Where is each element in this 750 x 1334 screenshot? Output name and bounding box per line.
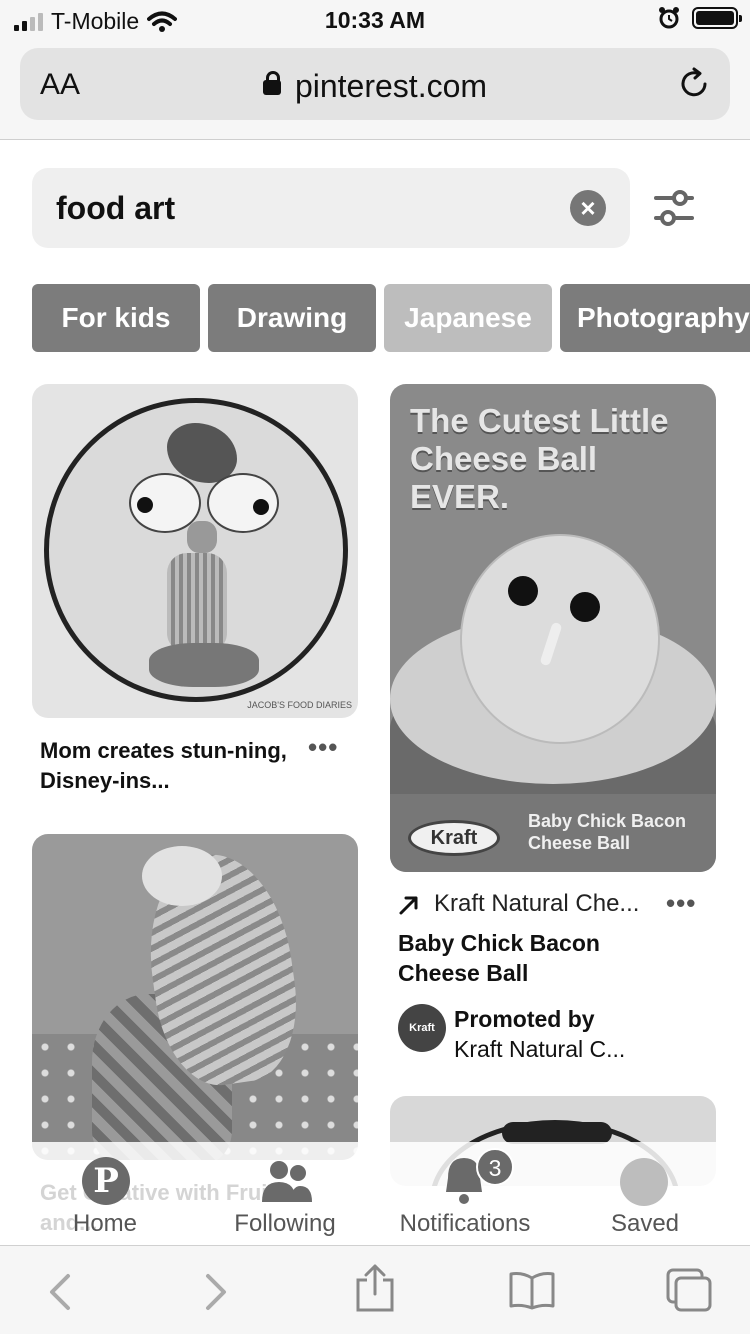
pinterest-logo-icon[interactable]: P	[82, 1157, 130, 1205]
pin-headline: The Cutest Little Cheese Ball EVER.	[410, 402, 669, 515]
promoter-avatar[interactable]: Kraft	[398, 1004, 446, 1052]
search-clear-icon[interactable]: ×	[570, 190, 606, 226]
following-icon[interactable]	[262, 1160, 312, 1202]
address-bar[interactable]: AA pinterest.com	[20, 48, 730, 120]
more-options-icon[interactable]: •••	[666, 888, 696, 919]
tab-home[interactable]: Home	[60, 1210, 150, 1238]
external-link-arrow-icon	[399, 896, 418, 915]
tab-following[interactable]: Following	[230, 1210, 340, 1238]
status-time: 10:33 AM	[324, 7, 426, 33]
more-options-icon[interactable]: •••	[308, 732, 338, 763]
chip-for-kids[interactable]: For kids	[32, 284, 200, 352]
reload-icon[interactable]	[676, 66, 712, 102]
chip-japanese[interactable]: Japanese	[384, 284, 552, 352]
domain-text: pinterest.com	[294, 68, 488, 104]
tab-saved[interactable]: Saved	[600, 1210, 690, 1238]
browser-address-area: AA pinterest.com	[0, 40, 750, 140]
promoted-info[interactable]: Promoted by Kraft Natural C...	[454, 1004, 625, 1064]
tab-notifications[interactable]: Notifications	[390, 1210, 540, 1238]
bookmarks-icon[interactable]	[508, 1270, 556, 1310]
promoter-name: Kraft Natural C...	[454, 1036, 626, 1062]
back-icon[interactable]	[46, 1272, 74, 1312]
pin-image-cheese-ball[interactable]: The Cutest Little Cheese Ball EVER. Kraf…	[390, 384, 716, 872]
lock-icon	[262, 71, 281, 95]
chip-drawing[interactable]: Drawing	[208, 284, 376, 352]
url-display[interactable]: pinterest.com	[20, 68, 730, 105]
plate-illustration	[44, 398, 348, 702]
pin-title[interactable]: Baby Chick Bacon Cheese Ball	[398, 928, 688, 988]
promoted-label: Promoted by	[454, 1006, 595, 1032]
image-credit: JACOB'S FOOD DIARIES	[247, 700, 352, 710]
tabs-icon[interactable]	[664, 1266, 714, 1314]
notifications-badge: 3	[476, 1148, 514, 1186]
alarm-icon	[659, 7, 679, 29]
forward-icon[interactable]	[202, 1272, 230, 1312]
search-input[interactable]: food art ×	[32, 168, 630, 248]
status-bar: T-Mobile 10:33 AM	[0, 0, 750, 40]
pin-source[interactable]: Kraft Natural Che...	[434, 890, 639, 918]
band-text: Baby Chick Bacon Cheese Ball	[528, 811, 687, 853]
battery-icon	[692, 7, 742, 29]
pin-image-pineapple-parrot[interactable]	[32, 834, 358, 1160]
chip-photography[interactable]: Photography	[560, 284, 750, 352]
saved-avatar[interactable]	[620, 1158, 668, 1206]
pin-title[interactable]: Mom creates stun-ning, Disney-ins...	[40, 736, 290, 796]
pin-image-rooster-plate[interactable]: JACOB'S FOOD DIARIES	[32, 384, 358, 718]
search-query: food art	[56, 190, 176, 226]
share-icon[interactable]	[354, 1262, 396, 1314]
cheese-ball-illustration	[460, 534, 660, 744]
kraft-logo: Kraft	[408, 820, 500, 856]
browser-toolbar	[0, 1245, 750, 1334]
filter-sliders-icon[interactable]	[652, 186, 696, 230]
